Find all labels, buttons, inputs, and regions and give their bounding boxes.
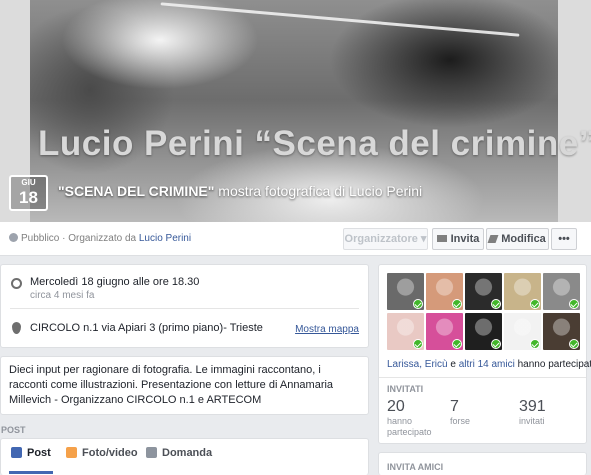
clock-icon (11, 278, 22, 289)
tab-question-label: Domanda (162, 447, 213, 459)
check-icon (569, 339, 579, 349)
event-title-rest: mostra fotografica di Lucio Perini (214, 183, 423, 199)
check-icon (413, 299, 423, 309)
event-action-bar: Pubblico · Organizzato da Lucio Perini O… (0, 222, 591, 256)
photo-icon (66, 447, 77, 458)
check-icon (491, 299, 501, 309)
invite-button[interactable]: Invita (432, 228, 484, 250)
check-icon (530, 339, 540, 349)
guest-avatar[interactable] (465, 313, 502, 350)
guest-avatar[interactable] (543, 313, 580, 350)
more-options-button[interactable]: ••• (551, 228, 577, 250)
map-pin-icon (12, 322, 21, 334)
privacy-label: Pubblico · Organizzato da (21, 233, 139, 244)
edit-label: Modifica (501, 233, 546, 245)
check-icon (452, 339, 462, 349)
organizer-link[interactable]: Lucio Perini (139, 233, 191, 244)
active-tab-indicator (9, 471, 53, 474)
tab-photo-label: Foto/video (82, 447, 138, 459)
event-description-card: Dieci input per ragionare di fotografia.… (0, 356, 369, 415)
globe-icon (9, 233, 18, 242)
guest-avatar[interactable] (426, 273, 463, 310)
edit-button[interactable]: Modifica (486, 228, 549, 250)
stat-maybe-label: forse (450, 416, 471, 426)
question-icon (146, 447, 157, 458)
other-friends-link[interactable]: altri 14 amici (459, 359, 515, 370)
guest-avatar[interactable] (426, 313, 463, 350)
guest-avatar[interactable] (504, 313, 541, 350)
cover-title-text: Lucio Perini “Scena del crimine” (38, 124, 591, 163)
tab-post-label: Post (27, 447, 51, 459)
organizer-button[interactable]: Organizzatore ▾ (343, 228, 428, 250)
invite-friends-title: INVITA AMICI (387, 462, 444, 472)
tab-post[interactable]: Post (11, 447, 51, 459)
tab-photo-video[interactable]: Foto/video (66, 447, 138, 459)
friend-names-link[interactable]: Larissa, Ericù (387, 359, 448, 370)
stat-attended-value: 20 (387, 398, 405, 415)
event-cover-photo[interactable]: Lucio Perini “Scena del crimine” GIU 18 … (0, 0, 591, 222)
event-date-badge: GIU 18 (9, 175, 48, 211)
stat-maybe-value: 7 (450, 398, 459, 415)
show-map-link[interactable]: Mostra mappa (295, 324, 359, 335)
invite-friends-card: INVITA AMICI (378, 452, 587, 475)
stat-invited-label: invitati (519, 416, 545, 426)
guest-avatar[interactable] (543, 273, 580, 310)
event-details-card: Mercoledì 18 giugno alle ore 18.30 circa… (0, 264, 369, 348)
stat-attended-label: hanno partecipato (387, 416, 432, 437)
event-title-bold: "SCENA DEL CRIMINE" (58, 183, 215, 199)
participants-suffix: hanno partecipato (514, 359, 591, 370)
tab-question[interactable]: Domanda (146, 447, 212, 459)
guests-card: Larissa, Ericù e altri 14 amici hanno pa… (378, 264, 591, 444)
stat-attended[interactable]: 20 hanno partecipato (387, 398, 447, 438)
invited-title: INVITATI (387, 384, 424, 394)
participants-summary: Larissa, Ericù e altri 14 amici hanno pa… (387, 359, 591, 370)
participants-connector: e (447, 359, 459, 370)
event-privacy: Pubblico · Organizzato da Lucio Perini (9, 233, 191, 244)
guests-divider (379, 377, 586, 378)
pencil-icon (11, 447, 22, 458)
details-divider (10, 308, 359, 309)
guest-avatar[interactable] (387, 313, 424, 350)
event-description: Dieci input per ragionare di fotografia.… (9, 364, 334, 406)
guest-avatar[interactable] (387, 273, 424, 310)
date-month: GIU (21, 178, 36, 187)
invite-label: Invita (450, 233, 480, 245)
stat-invited-value: 391 (519, 398, 546, 415)
event-title: "SCENA DEL CRIMINE" mostra fotografica d… (58, 183, 422, 199)
check-icon (530, 299, 540, 309)
date-day: 18 (19, 188, 38, 207)
check-icon (491, 339, 501, 349)
event-relative-time: circa 4 mesi fa (30, 290, 95, 301)
event-location: CIRCOLO n.1 via Apiari 3 (primo piano)- … (30, 322, 263, 334)
envelope-icon (436, 235, 447, 242)
guest-avatar[interactable] (465, 273, 502, 310)
post-section-label: POST (1, 425, 26, 435)
check-icon (452, 299, 462, 309)
stat-maybe[interactable]: 7 forse (450, 398, 510, 427)
check-icon (569, 299, 579, 309)
event-datetime: Mercoledì 18 giugno alle ore 18.30 (30, 276, 200, 288)
check-icon (413, 339, 423, 349)
guest-avatar[interactable] (504, 273, 541, 310)
post-composer: Post Foto/video Domanda (0, 438, 369, 475)
pencil-icon (487, 235, 499, 243)
stat-invited[interactable]: 391 invitati (519, 398, 579, 427)
